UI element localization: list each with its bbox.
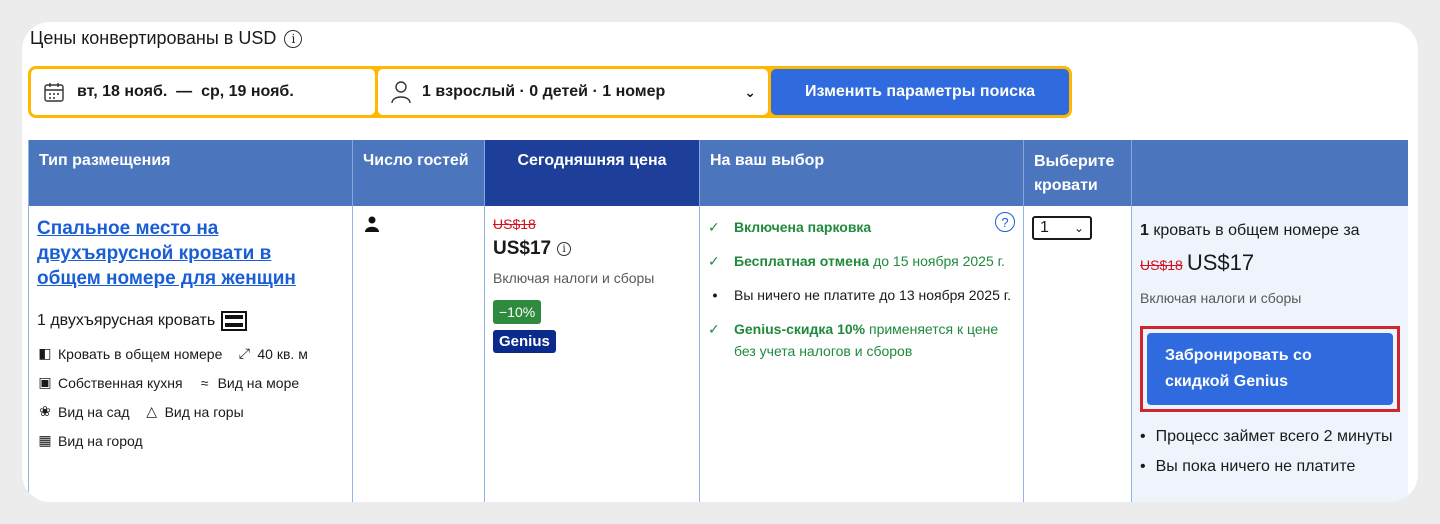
summary-taxes: Включая налоги и сборы xyxy=(1140,290,1302,306)
book-genius-button[interactable]: Забронировать со скидкой Genius xyxy=(1147,333,1393,405)
summary-bullets: • Процесс займет всего 2 минуты • Вы пока … xyxy=(1140,424,1400,480)
taxes-note: Включая налоги и сборы xyxy=(493,270,655,286)
guests-text: 1 взрослый · 0 детей · 1 номер xyxy=(422,83,666,100)
old-price: US$18 xyxy=(493,216,536,232)
price-cell: US$18 US$17 i Включая налоги и сборы −10… xyxy=(485,206,700,502)
list-item: • Вы пока ничего не платите xyxy=(1140,454,1400,480)
date-range: вт, 18 нояб. — ср, 19 нояб. xyxy=(77,83,294,100)
bed-count-select[interactable]: 1 ⌄ xyxy=(1032,216,1092,240)
currency-note: Цены конвертированы в USD i xyxy=(30,28,303,49)
facility-mountain-view: △ Вид на горы xyxy=(144,403,243,420)
guests-picker[interactable]: 1 взрослый · 0 детей · 1 номер ⌄ xyxy=(378,69,768,115)
size-icon: ⤢ xyxy=(238,345,250,361)
check-icon: ✓ xyxy=(708,219,720,235)
facility-garden-view: ❀ Вид на сад xyxy=(37,403,129,420)
calendar-icon xyxy=(44,83,64,102)
book-button-highlight: Забронировать со скидкой Genius xyxy=(1140,326,1400,412)
summary-old-price: US$18 xyxy=(1140,257,1183,273)
choice-free-cancel: ✓ Бесплатная отмена до 15 ноября 2025 г. xyxy=(708,250,1015,272)
chevron-down-icon: ⌄ xyxy=(744,83,756,100)
summary-new-price: US$17 xyxy=(1186,250,1255,275)
col-room-type: Тип размещения xyxy=(28,140,353,206)
search-bar: вт, 18 нояб. — ср, 19 нояб. 1 взрослый ·… xyxy=(28,66,1072,118)
info-icon[interactable]: i xyxy=(557,242,572,256)
choice-genius-discount: ✓ Genius-скидка 10% применяется к цене б… xyxy=(708,318,1015,362)
facility-sea-view: ≈ Вид на море xyxy=(197,374,299,391)
page-card: Цены конвертированы в USD i вт, 18 нояб.… xyxy=(22,22,1418,502)
guests-cell xyxy=(353,206,485,502)
col-guests: Число гостей xyxy=(353,140,485,206)
bullet-icon: • xyxy=(1140,428,1146,445)
genius-badge: Genius xyxy=(493,330,556,353)
bullet-icon: • xyxy=(712,287,718,303)
chevron-down-icon: ⌄ xyxy=(1073,221,1084,235)
choice-pay-later: • Вы ничего не платите до 13 ноября 2025… xyxy=(708,284,1015,306)
bed-text: 1 двухъярусная кровать xyxy=(37,312,216,329)
check-icon: ✓ xyxy=(708,321,720,337)
facility-size: ⤢ 40 кв. м xyxy=(236,345,308,362)
table-header: Тип размещения Число гостей Сегодняшняя … xyxy=(28,140,1408,206)
summary-text: 1 кровать в общем номере за xyxy=(1140,222,1360,239)
currency-note-text: Цены конвертированы в USD xyxy=(30,28,277,48)
help-icon[interactable]: ? xyxy=(995,212,1015,232)
date-picker[interactable]: вт, 18 нояб. — ср, 19 нояб. xyxy=(31,69,375,115)
room-name-link[interactable]: Спальное место на двухъярусной кровати в… xyxy=(37,216,297,291)
col-today-price: Сегодняшняя цена xyxy=(485,140,700,206)
facility-kitchen: ▣ Собственная кухня xyxy=(38,374,183,391)
select-cell: 1 ⌄ xyxy=(1024,206,1132,502)
choice-parking: ✓ Включена парковка xyxy=(708,216,1015,238)
person-icon xyxy=(361,216,379,236)
sea-icon: ≈ xyxy=(200,374,209,391)
col-choices: На ваш выбор xyxy=(700,140,1024,206)
bullet-icon: • xyxy=(1140,458,1146,475)
rooms-table: Тип размещения Число гостей Сегодняшняя … xyxy=(28,140,1408,502)
table-row: Спальное место на двухъярусной кровати в… xyxy=(28,206,1408,502)
kitchen-icon: ▣ xyxy=(38,374,52,390)
facility-city-view: ▦ Вид на город xyxy=(38,432,143,449)
person-icon xyxy=(391,81,411,104)
list-item: • Процесс займет всего 2 минуты xyxy=(1140,424,1400,450)
col-summary xyxy=(1132,140,1408,206)
check-icon: ✓ xyxy=(708,253,720,269)
summary-price: US$18 US$17 xyxy=(1140,250,1400,276)
bed-info: 1 двухъярусная кровать xyxy=(37,311,344,331)
new-price-row: US$17 i xyxy=(493,238,691,260)
summary-cell: 1 кровать в общем номере за US$18 US$17 … xyxy=(1132,206,1408,502)
info-icon[interactable]: i xyxy=(284,29,303,48)
facilities-list: ◧ Кровать в общем номере ⤢ 40 кв. м ▣ Собст… xyxy=(37,345,344,449)
choices-cell: ? ✓ Включена парковка ✓ Бесплатная отмен… xyxy=(700,206,1024,502)
new-price: US$17 xyxy=(493,238,552,259)
city-icon: ▦ xyxy=(38,432,52,448)
col-select-beds: Выберите кровати xyxy=(1024,140,1132,206)
door-icon: ◧ xyxy=(38,345,52,361)
facility-shared: ◧ Кровать в общем номере xyxy=(38,345,223,362)
change-search-button[interactable]: Изменить параметры поиска xyxy=(771,69,1069,115)
mountain-icon: △ xyxy=(146,403,157,419)
bed-count-value: 1 xyxy=(1040,219,1049,236)
bunk-bed-icon xyxy=(221,311,248,331)
discount-badge: −10% xyxy=(493,300,542,324)
room-cell: Спальное место на двухъярусной кровати в… xyxy=(28,206,353,502)
flower-icon: ❀ xyxy=(39,403,51,419)
